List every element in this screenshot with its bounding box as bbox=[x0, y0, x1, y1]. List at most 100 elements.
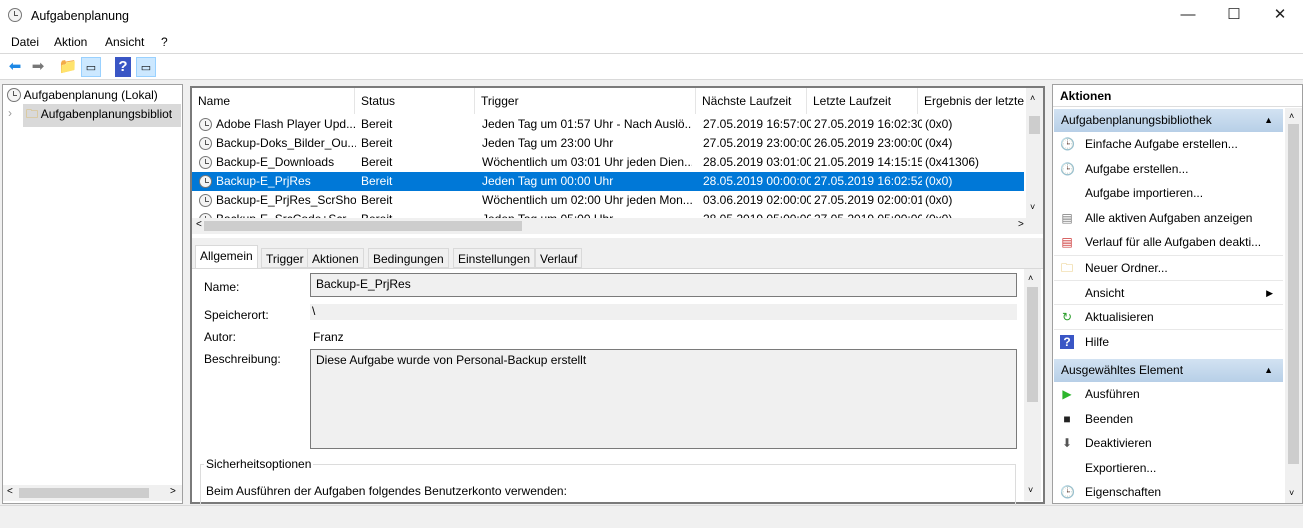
show-hide-console-tree-icon[interactable]: ▭ bbox=[81, 57, 101, 77]
column-header-next-run[interactable]: Nächste Laufzeit bbox=[696, 88, 807, 114]
tree-item-root[interactable]: Aufgabenplanung (Lokal) bbox=[7, 88, 158, 102]
tab-einstellungen[interactable]: Einstellungen bbox=[453, 248, 536, 268]
action-item[interactable]: ▤ Verlauf für alle Aufgaben deakti... bbox=[1054, 230, 1283, 254]
collapse-triangle-icon[interactable]: ▲ bbox=[1264, 359, 1273, 382]
action-item[interactable]: ■ Beenden bbox=[1054, 407, 1283, 431]
tree-item-library[interactable]: 🗀 Aufgabenplanungsbibliot bbox=[23, 104, 181, 127]
close-button[interactable]: ✕ bbox=[1257, 0, 1303, 32]
scroll-up-icon[interactable]: ˄ bbox=[1028, 273, 1033, 283]
action-item[interactable]: ▤ Alle aktiven Aufgaben anzeigen bbox=[1054, 206, 1283, 230]
show-hide-action-pane-icon[interactable]: ▭ bbox=[136, 57, 156, 77]
column-header-name[interactable]: Name bbox=[192, 88, 355, 114]
tab-allgemein[interactable]: Allgemein bbox=[195, 245, 258, 269]
menu-datei[interactable]: Datei bbox=[11, 35, 39, 49]
center-pane: Name Status Trigger Nächste Laufzeit Let… bbox=[190, 86, 1045, 514]
action-item[interactable]: 🕒 Aufgabe erstellen... bbox=[1054, 157, 1283, 181]
scroll-thumb[interactable] bbox=[1027, 287, 1038, 402]
actions-vertical-scrollbar[interactable]: ˄ ˅ bbox=[1285, 108, 1302, 503]
action-item[interactable]: ⬇ Deaktivieren bbox=[1054, 431, 1283, 455]
scroll-left-icon[interactable]: < bbox=[196, 219, 202, 230]
scroll-down-icon[interactable]: ˅ bbox=[1028, 485, 1033, 495]
action-label: Verlauf für alle Aufgaben deakti... bbox=[1085, 235, 1262, 250]
scroll-right-icon[interactable]: > bbox=[170, 486, 176, 497]
tree-horizontal-scrollbar[interactable]: < > bbox=[3, 485, 182, 501]
table-row[interactable]: Backup-E_Downloads Bereit Wöchentlich um 0… bbox=[192, 153, 1024, 172]
help-icon[interactable]: ? bbox=[115, 57, 131, 77]
scroll-up-icon[interactable]: ˄ bbox=[1030, 93, 1035, 103]
details-vertical-scrollbar[interactable]: ˄ ˅ bbox=[1024, 269, 1041, 501]
security-text: Beim Ausführen der Aufgaben folgendes Be… bbox=[206, 484, 567, 498]
action-item[interactable]: Ansicht ▶ bbox=[1054, 279, 1283, 304]
table-row[interactable]: Backup-E_PrjRes_ScrSho... Bereit Wöchentli… bbox=[192, 191, 1024, 210]
expand-chevron-icon[interactable]: › bbox=[8, 106, 12, 120]
action-label: Hilfe bbox=[1085, 334, 1110, 349]
action-item[interactable]: 🕒 Einfache Aufgabe erstellen... bbox=[1054, 132, 1283, 156]
collapse-triangle-icon[interactable]: ▲ bbox=[1264, 109, 1273, 132]
tab-aktionen[interactable]: Aktionen bbox=[307, 248, 364, 268]
action-item[interactable]: ▶ Ausführen bbox=[1054, 382, 1283, 406]
list-horizontal-scrollbar[interactable]: < > bbox=[192, 218, 1043, 234]
create-task-icon: 🕒 bbox=[1060, 161, 1075, 176]
scroll-thumb[interactable] bbox=[1288, 124, 1299, 464]
scroll-thumb[interactable] bbox=[204, 221, 522, 231]
scroll-down-icon[interactable]: ˅ bbox=[1289, 488, 1294, 498]
description-field[interactable]: Diese Aufgabe wurde von Personal-Backup … bbox=[310, 349, 1017, 449]
cell-trigger: Jeden Tag um 23:00 Uhr bbox=[482, 136, 614, 150]
folder-up-icon[interactable]: 📁 bbox=[58, 57, 78, 77]
action-item[interactable]: 🗀 Neuer Ordner... bbox=[1054, 255, 1283, 279]
scroll-left-icon[interactable]: < bbox=[7, 486, 13, 497]
menu-aktion[interactable]: Aktion bbox=[54, 35, 87, 49]
actions-pane: Aktionen Aufgabenplanungsbibliothek ▲ 🕒 Ei… bbox=[1052, 84, 1303, 504]
action-item[interactable]: 🕒 Eigenschaften bbox=[1054, 480, 1283, 504]
cell-trigger: Jeden Tag um 00:00 Uhr bbox=[482, 174, 614, 188]
scroll-thumb[interactable] bbox=[1029, 116, 1040, 134]
scroll-down-icon[interactable]: ˅ bbox=[1030, 202, 1035, 212]
scroll-right-icon[interactable]: > bbox=[1018, 219, 1024, 230]
cell-status: Bereit bbox=[361, 117, 393, 131]
list-vertical-scrollbar[interactable]: ˄ ˅ bbox=[1026, 88, 1043, 218]
menu-help[interactable]: ? bbox=[161, 35, 168, 49]
cell-name: Adobe Flash Player Upd... bbox=[216, 117, 356, 131]
cell-last-run: 27.05.2019 02:00:01 bbox=[814, 193, 922, 207]
maximize-button[interactable]: ☐ bbox=[1211, 0, 1257, 32]
column-header-status[interactable]: Status bbox=[355, 88, 475, 114]
cell-next-run: 28.05.2019 00:00:00 bbox=[703, 174, 811, 188]
table-row[interactable]: Backup-Doks_Bilder_Ou... Bereit Jeden Tag … bbox=[192, 134, 1024, 153]
table-row[interactable]: Adobe Flash Player Upd... Bereit Jeden Tag… bbox=[192, 115, 1024, 134]
name-field[interactable]: Backup-E_PrjRes bbox=[310, 273, 1017, 297]
cell-last-run: 27.05.2019 16:02:52 bbox=[814, 174, 922, 188]
back-arrow-icon[interactable]: ⬅ bbox=[5, 57, 25, 77]
scroll-up-icon[interactable]: ˄ bbox=[1289, 111, 1294, 121]
action-item[interactable]: ↻ Aktualisieren bbox=[1054, 304, 1283, 328]
task-clock-icon bbox=[199, 156, 212, 169]
security-group-title: Sicherheitsoptionen bbox=[204, 457, 314, 471]
forward-arrow-icon[interactable]: ➡ bbox=[28, 57, 48, 77]
minimize-button[interactable]: — bbox=[1165, 0, 1211, 32]
task-clock-icon bbox=[199, 175, 212, 188]
action-item[interactable]: ? Hilfe bbox=[1054, 328, 1283, 353]
stop-icon: ■ bbox=[1063, 411, 1071, 426]
column-header-trigger[interactable]: Trigger bbox=[475, 88, 696, 114]
cell-name: Backup-E_PrjRes bbox=[216, 174, 311, 188]
column-header-last-run[interactable]: Letzte Laufzeit bbox=[807, 88, 918, 114]
general-tab-page: Name: Backup-E_PrjRes Speicherort: \ Aut… bbox=[192, 268, 1043, 514]
scroll-thumb[interactable] bbox=[19, 488, 149, 498]
tab-verlauf[interactable]: Verlauf bbox=[535, 248, 583, 268]
tab-bedingungen[interactable]: Bedingungen bbox=[368, 248, 449, 268]
column-header-last-result[interactable]: Ergebnis der letzter bbox=[918, 88, 1024, 114]
menu-bar: Datei Aktion Ansicht ? bbox=[0, 32, 1303, 53]
group-header-selected[interactable]: Ausgewähltes Element ▲ bbox=[1054, 359, 1283, 382]
cell-result: (0x4) bbox=[925, 136, 953, 150]
action-item[interactable]: Exportieren... bbox=[1054, 456, 1283, 480]
action-label: Ansicht bbox=[1085, 285, 1125, 300]
author-value: Franz bbox=[313, 330, 344, 344]
clock-icon bbox=[7, 88, 21, 102]
menu-ansicht[interactable]: Ansicht bbox=[105, 35, 144, 49]
action-label: Exportieren... bbox=[1085, 460, 1157, 475]
group-header-library[interactable]: Aufgabenplanungsbibliothek ▲ bbox=[1054, 109, 1283, 132]
action-label: Aufgabe erstellen... bbox=[1085, 161, 1189, 176]
refresh-icon: ↻ bbox=[1061, 310, 1073, 325]
action-item[interactable]: Aufgabe importieren... bbox=[1054, 181, 1283, 205]
table-row[interactable]: Backup-E_PrjRes Bereit Jeden Tag um 00:00 … bbox=[192, 172, 1024, 191]
tab-trigger[interactable]: Trigger bbox=[261, 248, 309, 268]
